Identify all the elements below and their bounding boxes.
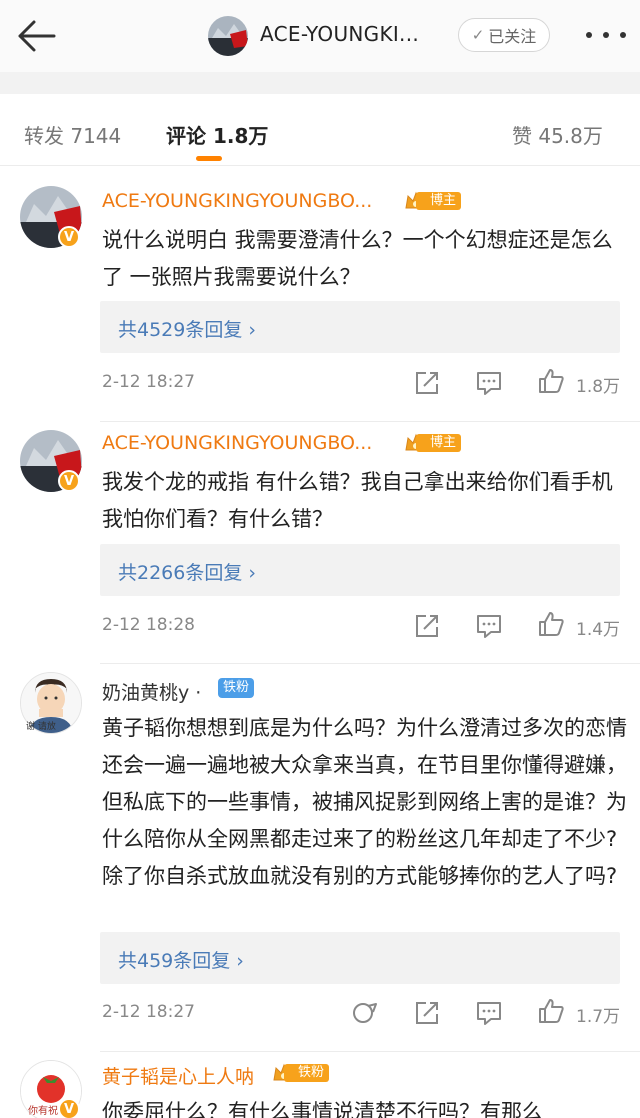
blogger-avatar[interactable] [208,16,248,56]
active-tab-indicator [196,156,222,161]
comment-username[interactable]: 奶油黄桃y · [102,678,201,705]
like-count: 1.7万 [576,1007,621,1027]
comment-username[interactable]: ACE-YOUNGKINGYOUNGBO... [102,190,372,212]
share-icon[interactable] [414,613,440,639]
replies-link[interactable]: 共4529条回复 › [100,301,620,353]
replies-label: 共459条回复 › [118,950,244,972]
more-options-icon[interactable] [586,24,626,46]
comment-icon[interactable] [476,613,502,639]
comment-text: 你委屈什么？有什么事情说清楚不行吗？有那么 [102,1100,543,1118]
comment-item: V ACE-YOUNGKINGYOUNGBO... 博主 说什么说明白 我需要澄… [0,166,640,422]
check-icon: ✓ [471,26,485,44]
blogger-badge-label: 博主 [416,192,462,210]
top-bar: ACE-YOUNGKI... ✓ 已关注 [0,0,640,72]
followed-label: 已关注 [488,27,537,46]
share-icon[interactable] [414,370,440,396]
replies-label: 共2266条回复 › [118,562,256,584]
verified-v-icon: V [58,470,80,492]
blogger-badge-label: 博主 [416,434,462,452]
like-icon[interactable] [538,998,564,1024]
reaction-icon[interactable] [352,1000,378,1026]
iron-fan-badge-label: 铁粉 [284,1064,330,1082]
divider [0,72,640,94]
like-icon[interactable] [538,611,564,637]
blogger-badge: 博主 [404,190,462,212]
replies-link[interactable]: 共2266条回复 › [100,544,620,596]
followed-button[interactable]: ✓ 已关注 [458,18,550,52]
avatar-caption: 你有祝 [28,1106,58,1117]
comment-item: 你有祝 V 黄子韬是心上人呐 铁粉 你委屈什么？有什么事情说清楚不行吗？有那么 [0,1052,640,1118]
iron-fan-badge: 铁粉 [218,678,255,698]
like-icon[interactable] [538,368,564,394]
comment-time: 2-12 18:27 [102,372,195,392]
tab-like[interactable]: 赞 45.8万 [512,120,603,149]
like-count: 1.8万 [576,377,621,397]
comment-item: V ACE-YOUNGKINGYOUNGBO... 博主 我发个龙的戒指 有什么… [0,422,640,664]
blogger-badge: 博主 [404,432,462,454]
tab-bar: 转发 7144 评论 1.8万 赞 45.8万 [0,94,640,166]
tab-comment[interactable]: 评论 1.8万 [166,120,268,149]
share-icon[interactable] [414,1000,440,1026]
replies-label: 共4529条回复 › [118,319,256,341]
back-arrow-icon[interactable] [14,18,58,54]
like-count: 1.4万 [576,620,621,640]
comment-icon[interactable] [476,370,502,396]
comment-username[interactable]: 黄子韬是心上人呐 [102,1062,254,1089]
avatar-caption: 谢 请放 [26,722,56,732]
verified-v-icon: V [58,1098,80,1118]
comment-text: 我发个龙的戒指 有什么错？我自己拿出来给你们看手机我怕你们看？有什么错？ [102,470,613,531]
comment-username[interactable]: ACE-YOUNGKINGYOUNGBO... [102,432,372,454]
comment-item: 谢 请放 奶油黄桃y · 铁粉 黄子韬你想想到底是为什么吗？为什么澄清过多次的恋… [0,664,640,1052]
comment-time: 2-12 18:28 [102,615,195,635]
iron-fan-badge: 铁粉 [272,1062,330,1084]
verified-v-icon: V [58,226,80,248]
comment-icon[interactable] [476,1000,502,1026]
replies-link[interactable]: 共459条回复 › [100,932,620,984]
page-title: ACE-YOUNGKI... [260,22,420,46]
comment-text: 说什么说明白 我需要澄清什么？一个个幻想症还是怎么了 一张照片我需要说什么？ [102,228,613,289]
comment-time: 2-12 18:27 [102,1002,195,1022]
tab-repost[interactable]: 转发 7144 [24,120,121,149]
comment-text: 黄子韬你想想到底是为什么吗？为什么澄清过多次的恋情还会一遍一遍地被大众拿来当真，… [102,716,627,888]
